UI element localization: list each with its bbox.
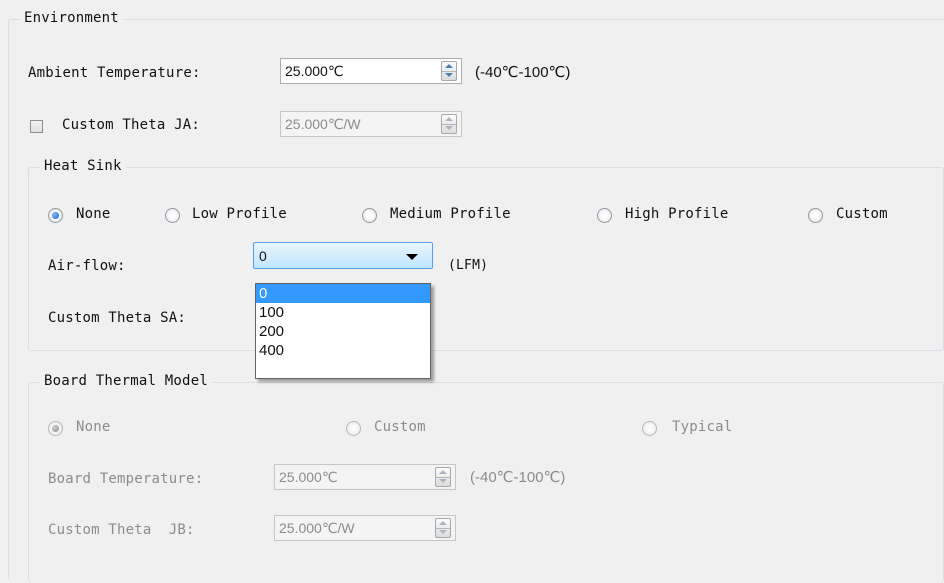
arrow-up-icon (439, 470, 447, 474)
heat-sink-custom-label: Custom (836, 206, 888, 222)
heat-sink-title: Heat Sink (40, 158, 126, 174)
airflow-select[interactable]: 0 (253, 242, 433, 269)
heat-sink-high-profile-label: High Profile (625, 206, 729, 222)
heat-sink-high-profile-radio[interactable] (597, 208, 612, 223)
custom-theta-ja-checkbox[interactable] (30, 120, 43, 133)
custom-theta-ja-value: 25.000℃/W (285, 116, 361, 132)
airflow-option[interactable]: 400 (256, 341, 430, 360)
board-typical-radio[interactable] (642, 421, 657, 436)
board-temperature-input[interactable]: 25.000℃ (274, 464, 456, 490)
heat-sink-low-profile-label: Low Profile (192, 206, 287, 222)
board-thermal-model-title: Board Thermal Model (40, 373, 212, 389)
custom-theta-jb-spinner[interactable] (435, 518, 451, 538)
ambient-temperature-value: 25.000℃ (285, 63, 344, 79)
custom-theta-ja-spinner[interactable] (441, 114, 457, 134)
arrow-up-icon (445, 117, 453, 121)
board-custom-radio[interactable] (346, 421, 361, 436)
arrow-down-icon (439, 530, 447, 534)
board-custom-label: Custom (374, 419, 426, 435)
airflow-unit: (LFM) (448, 258, 489, 273)
heat-sink-none-radio[interactable] (48, 208, 63, 223)
arrow-up-icon (445, 64, 453, 68)
board-typical-label: Typical (672, 419, 733, 435)
arrow-up-icon (439, 521, 447, 525)
ambient-temperature-label: Ambient Temperature: (28, 65, 201, 81)
ambient-temperature-input[interactable]: 25.000℃ (280, 58, 462, 84)
custom-theta-jb-value: 25.000℃/W (279, 520, 355, 536)
airflow-dropdown-list[interactable]: 0 100 200 400 (255, 283, 431, 379)
chevron-down-icon (406, 254, 418, 260)
arrow-down-icon (445, 73, 453, 77)
spin-down-button[interactable] (436, 528, 450, 537)
custom-theta-sa-label: Custom Theta SA: (48, 310, 187, 326)
spin-down-button[interactable] (442, 71, 456, 80)
airflow-selected-value: 0 (259, 248, 267, 264)
heat-sink-medium-profile-radio[interactable] (362, 208, 377, 223)
spin-down-button[interactable] (442, 124, 456, 133)
airflow-option[interactable]: 0 (256, 284, 430, 303)
heat-sink-none-label: None (76, 206, 111, 222)
custom-theta-jb-label: Custom Theta JB: (48, 522, 195, 538)
environment-title: Environment (20, 10, 123, 26)
airflow-option[interactable]: 200 (256, 322, 430, 341)
arrow-down-icon (439, 479, 447, 483)
board-none-label: None (76, 419, 111, 435)
ambient-temperature-spinner[interactable] (441, 61, 457, 81)
board-temperature-label: Board Temperature: (48, 471, 204, 487)
board-temperature-spinner[interactable] (435, 467, 451, 487)
spin-down-button[interactable] (436, 477, 450, 486)
arrow-down-icon (445, 126, 453, 130)
board-none-radio[interactable] (48, 421, 63, 436)
airflow-label: Air-flow: (48, 258, 126, 274)
heat-sink-low-profile-radio[interactable] (165, 208, 180, 223)
board-temperature-range: (-40℃-100℃) (470, 469, 566, 486)
airflow-option[interactable]: 100 (256, 303, 430, 322)
heat-sink-custom-radio[interactable] (808, 208, 823, 223)
heat-sink-medium-profile-label: Medium Profile (390, 206, 511, 222)
board-temperature-value: 25.000℃ (279, 469, 338, 485)
ambient-temperature-range: (-40℃-100℃) (475, 64, 571, 81)
custom-theta-jb-input[interactable]: 25.000℃/W (274, 515, 456, 541)
custom-theta-ja-input[interactable]: 25.000℃/W (280, 111, 462, 137)
custom-theta-ja-label: Custom Theta JA: (62, 117, 201, 133)
